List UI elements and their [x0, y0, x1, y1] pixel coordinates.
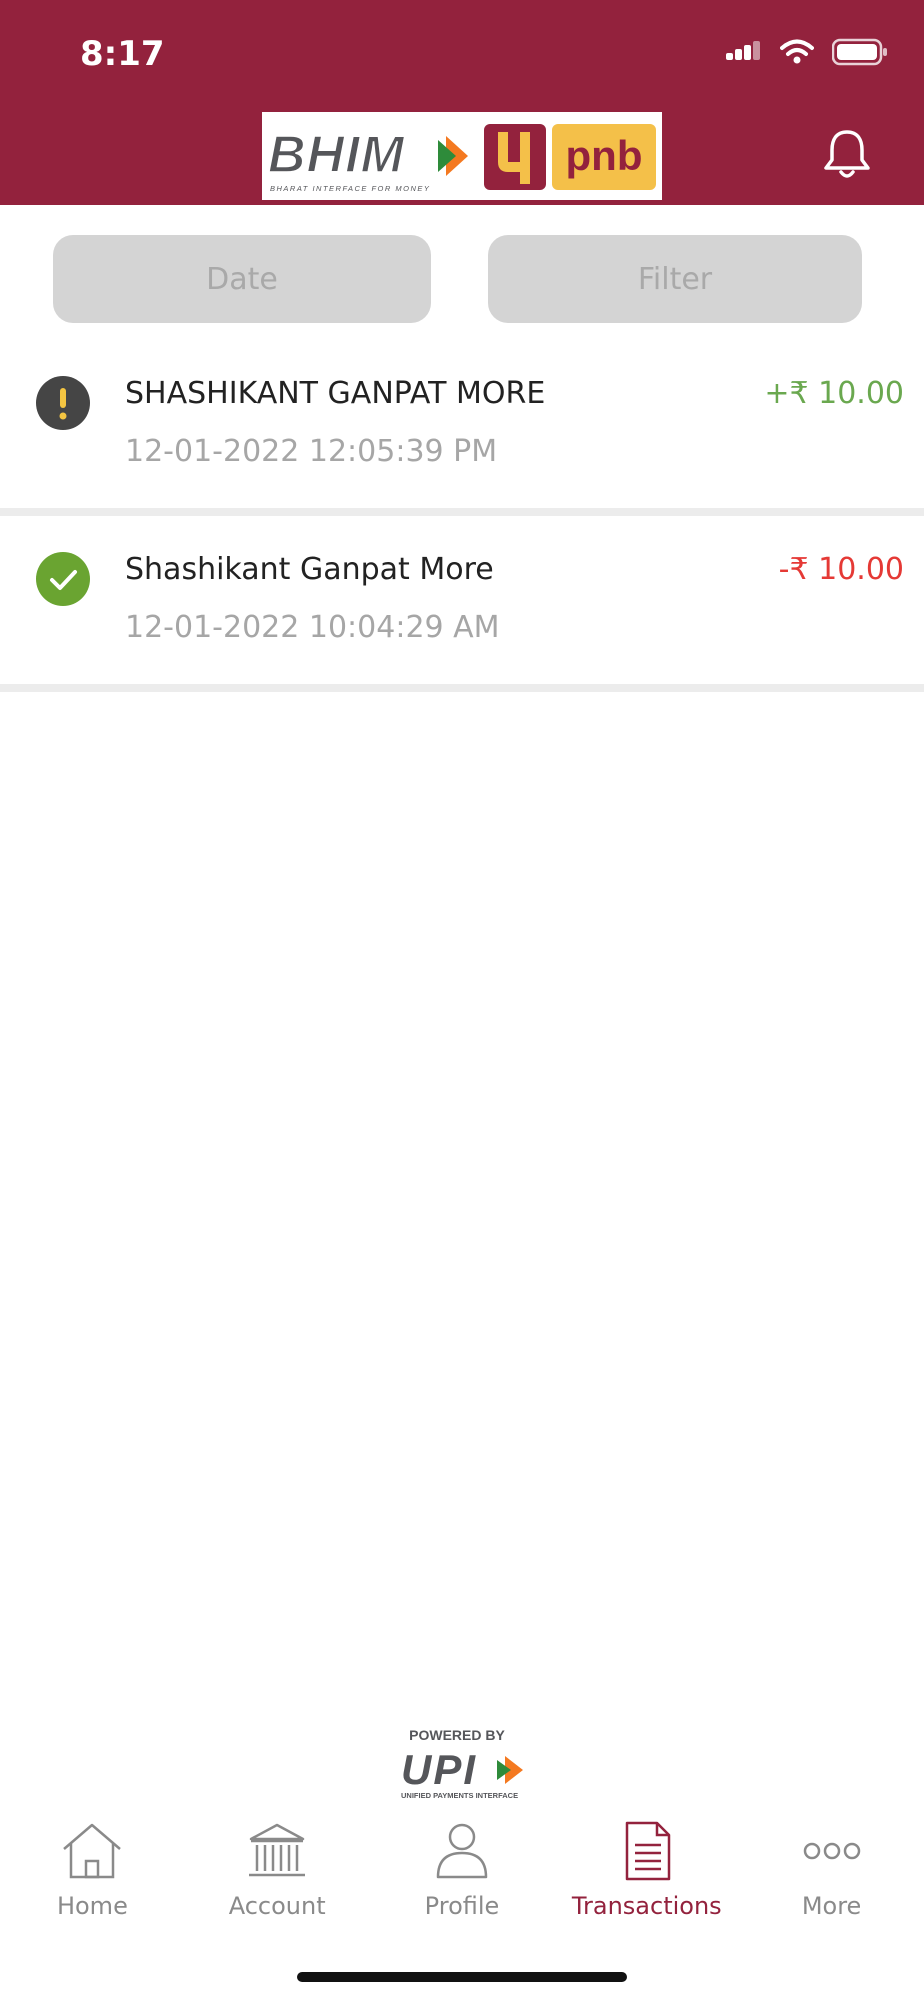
row-divider — [0, 508, 924, 516]
bottom-tab-bar: Home Account Profile Transactions More — [0, 1820, 924, 1930]
check-icon — [36, 552, 90, 606]
tab-label: More — [801, 1892, 862, 1920]
upi-logo: POWERED BY UPI UNIFIED PAYMENTS INTERFAC… — [401, 1727, 523, 1800]
home-icon — [63, 1823, 122, 1879]
row-divider — [0, 684, 924, 692]
tab-transactions[interactable]: Transactions — [554, 1820, 739, 1930]
tab-label: Profile — [424, 1892, 500, 1920]
transaction-row[interactable]: SHASHIKANT GANPAT MORE 12-01-2022 12:05:… — [0, 340, 924, 508]
transaction-amount: -₹ 10.00 — [778, 552, 904, 587]
filter-button[interactable]: Filter — [488, 235, 862, 323]
tab-label: Home — [56, 1892, 128, 1920]
document-icon — [625, 1821, 671, 1881]
bhim-tagline: BHARAT INTERFACE FOR MONEY — [270, 184, 430, 193]
wifi-icon — [780, 39, 814, 64]
app-header: 8:17 BHIM BHARAT INTERFACE FOR MONEY pnb — [0, 0, 924, 205]
upi-tagline: UNIFIED PAYMENTS INTERFACE — [401, 1791, 518, 1800]
notification-bell-icon[interactable] — [822, 128, 872, 180]
upi-powered-by: POWERED BY — [409, 1727, 505, 1743]
tab-account[interactable]: Account — [185, 1820, 370, 1930]
upi-text: UPI — [401, 1746, 477, 1793]
bhim-pnb-logo: BHIM BHARAT INTERFACE FOR MONEY pnb — [262, 112, 662, 200]
tab-label: Account — [228, 1892, 326, 1920]
bank-icon — [249, 1823, 306, 1877]
status-time: 8:17 — [80, 34, 165, 74]
transaction-amount: +₹ 10.00 — [764, 376, 904, 411]
cellular-signal-icon — [726, 41, 760, 60]
warning-icon — [36, 376, 90, 430]
tab-label: Transactions — [571, 1892, 722, 1920]
tab-home[interactable]: Home — [0, 1820, 185, 1930]
transaction-name: Shashikant Ganpat More — [125, 552, 494, 587]
tab-more[interactable]: More — [739, 1820, 924, 1930]
battery-icon — [832, 38, 887, 66]
bhim-logo: BHIM BHARAT INTERFACE FOR MONEY — [267, 125, 468, 193]
transaction-name: SHASHIKANT GANPAT MORE — [125, 376, 546, 411]
pnb-logo-text: pnb — [566, 132, 643, 179]
date-button[interactable]: Date — [53, 235, 431, 323]
status-icons — [726, 38, 888, 66]
user-icon — [436, 1823, 488, 1879]
tab-profile[interactable]: Profile — [370, 1820, 555, 1930]
pnb-logo: pnb — [484, 124, 656, 190]
transaction-row[interactable]: Shashikant Ganpat More 12-01-2022 10:04:… — [0, 516, 924, 684]
more-icon — [803, 1842, 860, 1860]
bhim-logo-text: BHIM — [268, 126, 406, 184]
home-indicator[interactable] — [297, 1972, 627, 1982]
transaction-datetime: 12-01-2022 10:04:29 AM — [125, 610, 500, 645]
transaction-datetime: 12-01-2022 12:05:39 PM — [125, 434, 498, 469]
